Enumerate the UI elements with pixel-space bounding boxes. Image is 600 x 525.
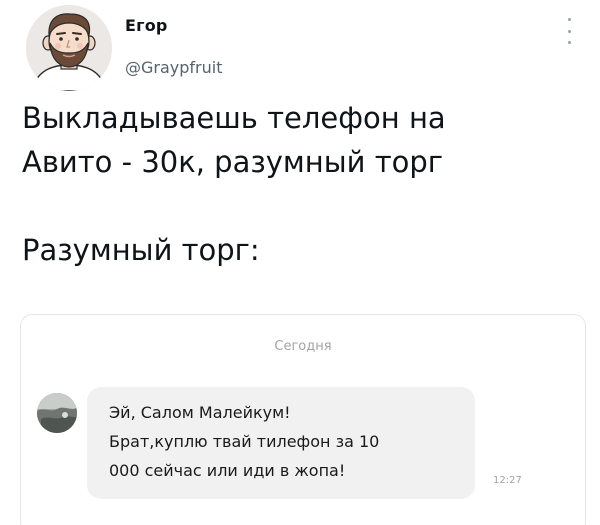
chat-screenshot: Сегодня Эй, Салом Малейкум! Брат,куплю т… <box>20 314 586 525</box>
more-dot <box>567 41 571 44</box>
tweet-text: Выкладываешь телефон на Авито - 30к, раз… <box>22 101 446 267</box>
message-time: 12:27 <box>493 475 522 486</box>
avatar-illustration <box>26 5 112 91</box>
author-handle[interactable]: @Graypfruit <box>125 58 222 77</box>
more-dot <box>567 18 571 21</box>
more-vertical-icon[interactable] <box>564 18 574 44</box>
sender-avatar <box>37 393 77 433</box>
author-name[interactable]: Егор <box>125 16 168 35</box>
more-dot <box>567 29 571 33</box>
sender-avatar-image <box>37 393 77 433</box>
message-line: Брат,куплю твай тилефон за 10 <box>109 432 380 451</box>
message-line: 000 сейчас или иди в жопа! <box>109 461 346 480</box>
avatar[interactable] <box>26 5 112 91</box>
message-line: Эй, Салом Малейкум! <box>109 403 291 422</box>
chat-date-label: Сегодня <box>274 339 332 354</box>
message-bubble: Эй, Салом Малейкум! Брат,куплю твай тиле… <box>87 387 475 499</box>
tweet-screenshot: Егор @Graypfruit Выкладываешь телефон на… <box>0 0 600 525</box>
